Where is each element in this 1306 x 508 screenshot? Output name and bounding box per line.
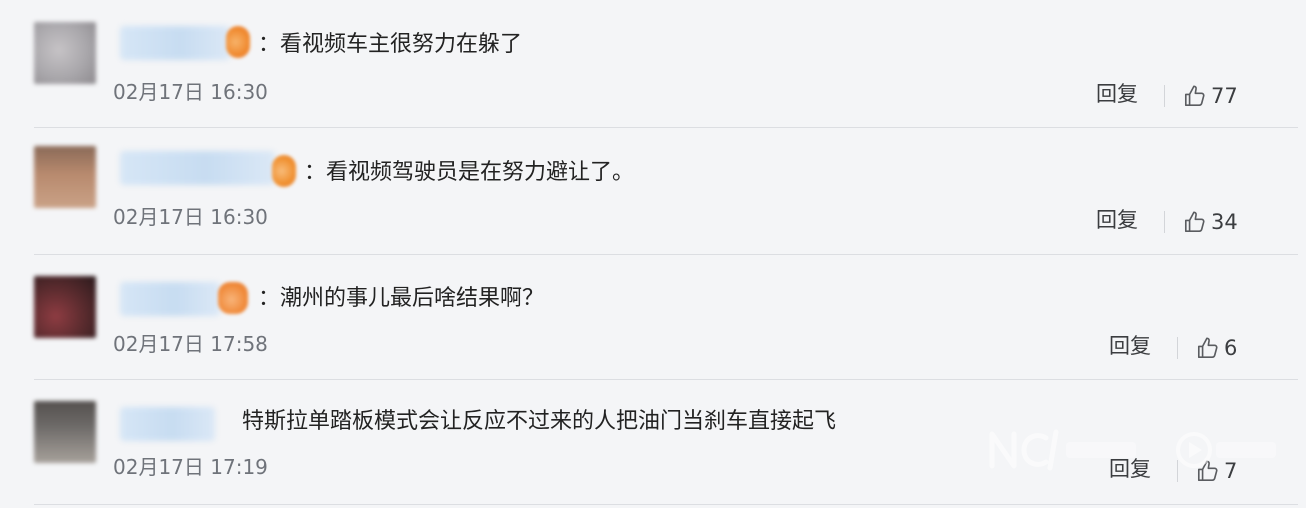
- username[interactable]: [120, 407, 215, 441]
- reply-button[interactable]: 回复: [1096, 80, 1138, 108]
- thumbs-up-icon: [1184, 85, 1205, 107]
- like-button[interactable]: 34: [1182, 207, 1238, 237]
- user-badge-icon: [272, 155, 296, 187]
- like-button[interactable]: 6: [1195, 333, 1237, 363]
- avatar[interactable]: [34, 276, 96, 338]
- watermark-logo: [989, 429, 1276, 471]
- username[interactable]: [120, 26, 230, 60]
- comment-text: ：看视频驾驶员是在努力避让了。: [304, 160, 635, 185]
- comment-item: ：潮州的事儿最后啥结果啊？ 02月17日 17:58 回复 6: [0, 254, 1306, 380]
- user-badge-icon: [226, 26, 250, 58]
- avatar[interactable]: [34, 401, 96, 463]
- comment-item: ：看视频车主很努力在躲了 02月17日 16:30 回复 77: [0, 0, 1306, 126]
- action-divider: [1164, 211, 1165, 233]
- reply-button[interactable]: 回复: [1096, 206, 1138, 234]
- comment-text: ：看视频车主很努力在躲了: [258, 32, 523, 57]
- reply-button[interactable]: 回复: [1109, 332, 1151, 360]
- like-button[interactable]: 77: [1182, 81, 1238, 111]
- like-count: 77: [1211, 84, 1238, 108]
- avatar[interactable]: [34, 146, 96, 208]
- thumbs-up-icon: [1197, 337, 1218, 359]
- action-divider: [1177, 337, 1178, 359]
- comment-text: ：潮州的事儿最后啥结果啊？: [258, 286, 545, 311]
- divider: [34, 504, 1298, 505]
- avatar[interactable]: [34, 22, 96, 84]
- username[interactable]: [120, 151, 275, 185]
- timestamp: 02月17日 16:30: [113, 80, 268, 104]
- timestamp: 02月17日 17:19: [113, 455, 268, 479]
- like-count: 6: [1224, 336, 1238, 360]
- timestamp: 02月17日 17:58: [113, 332, 268, 356]
- comment-text: 特斯拉单踏板模式会让反应不过来的人把油门当刹车直接起飞: [242, 409, 837, 434]
- comment-item: ：看视频驾驶员是在努力避让了。 02月17日 16:30 回复 34: [0, 127, 1306, 253]
- timestamp: 02月17日 16:30: [113, 205, 268, 229]
- user-badge-icon: [218, 282, 248, 314]
- comment-list: ：看视频车主很努力在躲了 02月17日 16:30 回复 77 ：看视频驾驶员是…: [0, 0, 1306, 508]
- action-divider: [1164, 85, 1165, 107]
- thumbs-up-icon: [1184, 211, 1205, 233]
- username[interactable]: [120, 282, 220, 316]
- like-count: 34: [1211, 210, 1238, 234]
